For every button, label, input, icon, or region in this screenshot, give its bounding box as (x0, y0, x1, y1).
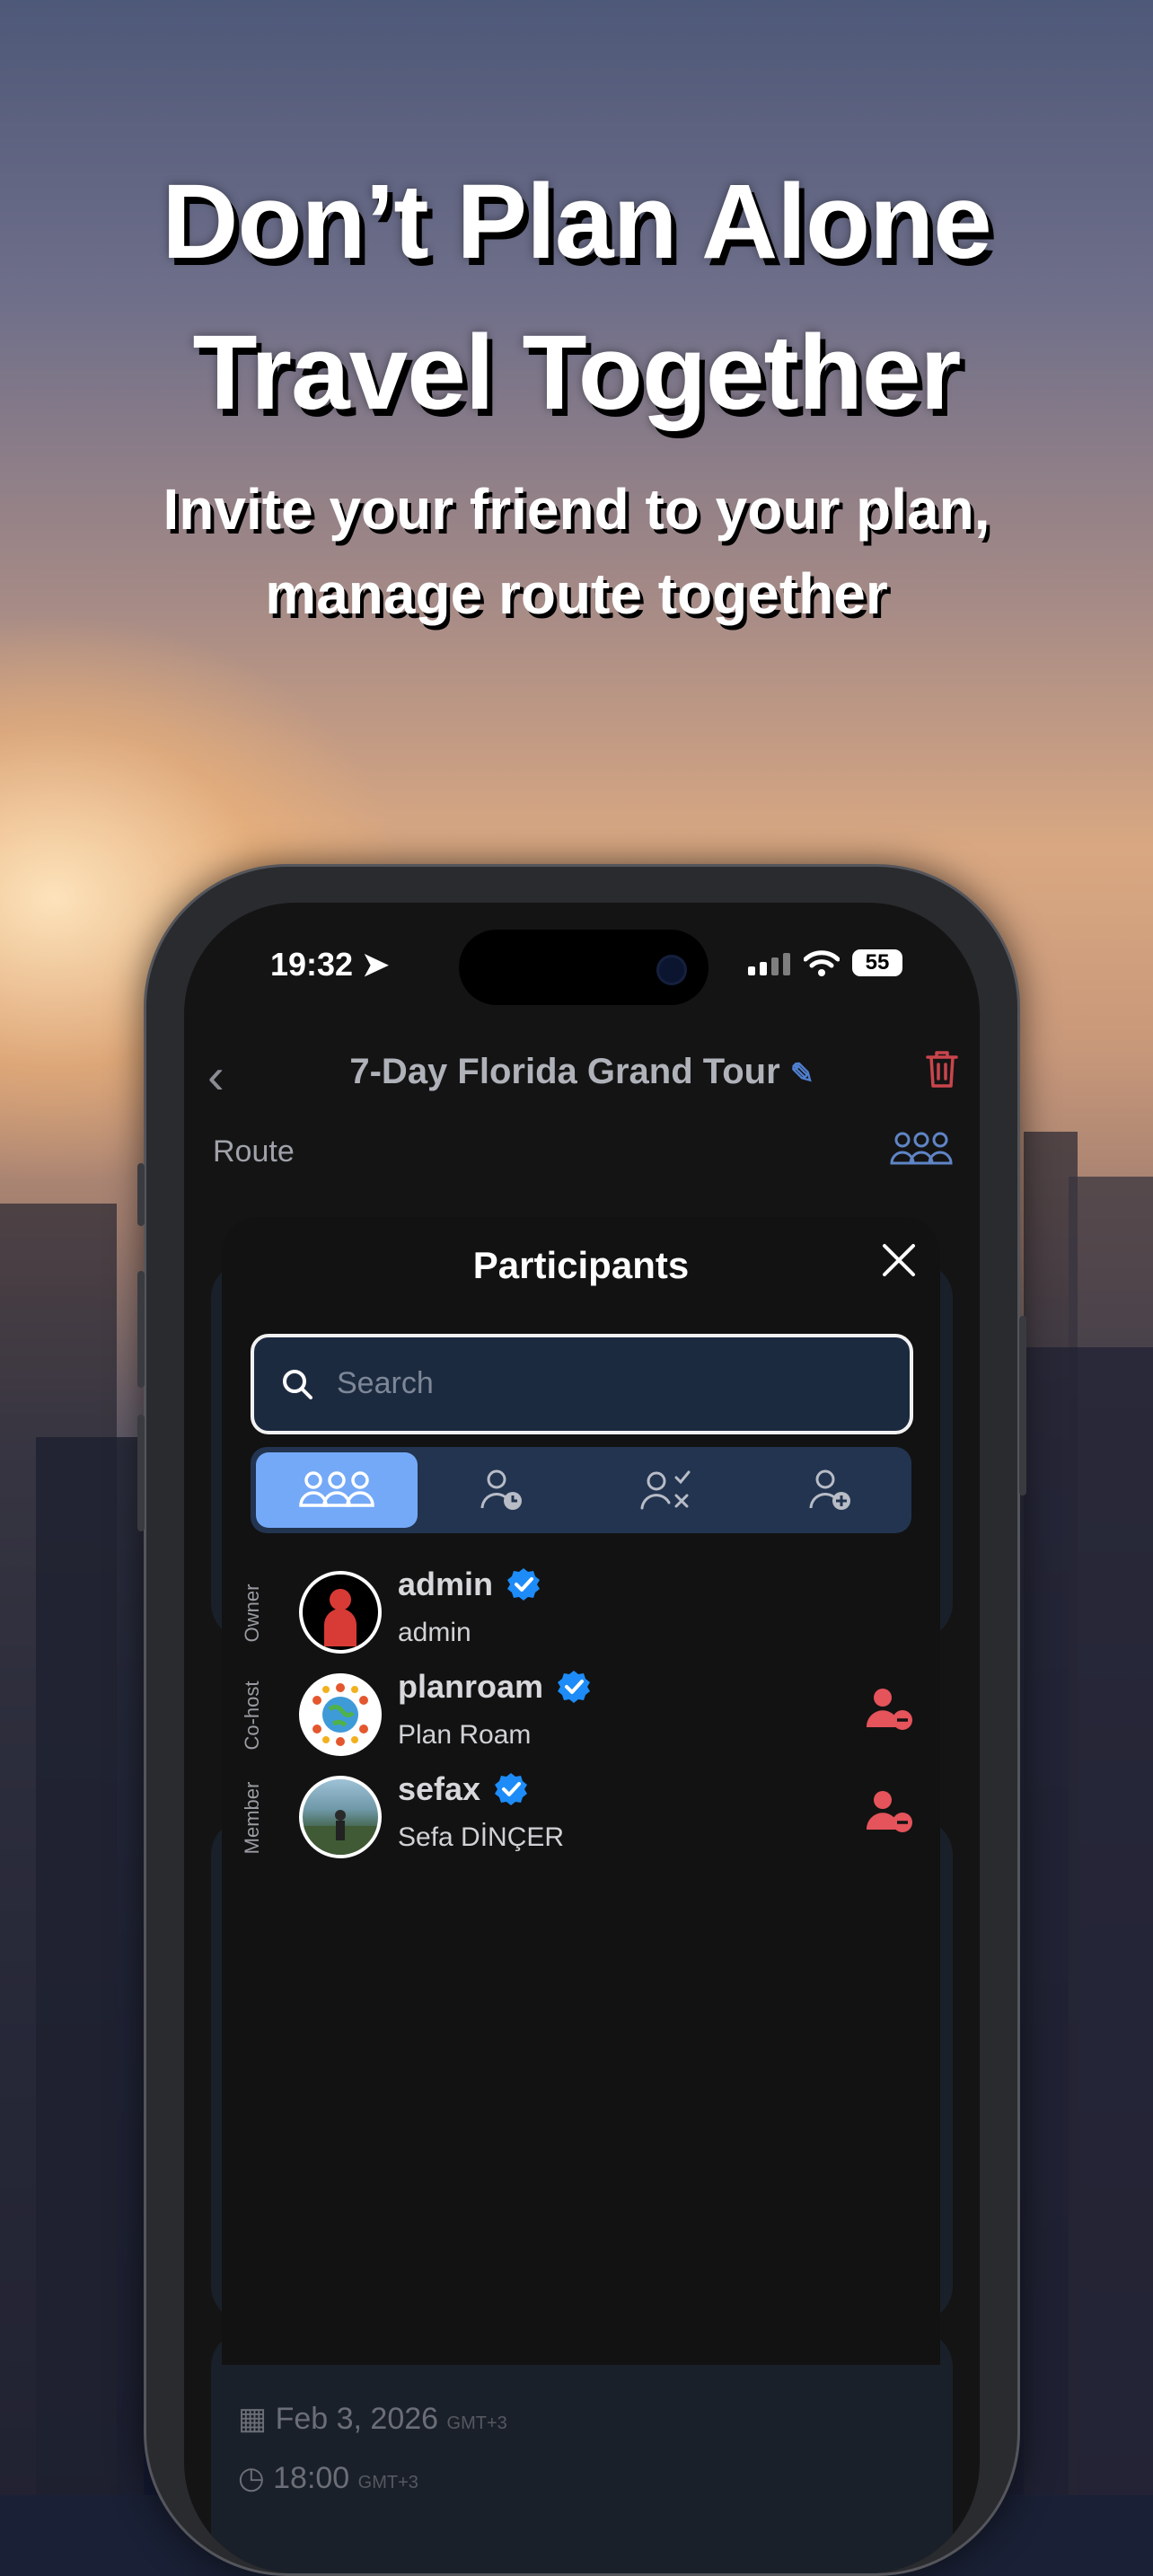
skyline-building (1006, 1347, 1153, 2495)
verified-badge-icon (495, 1773, 528, 1805)
person-pending-icon (480, 1469, 522, 1510)
person-reject-accept-icon (640, 1470, 691, 1510)
verified-badge-icon (558, 1671, 591, 1703)
person-red-avatar-icon (324, 1589, 356, 1646)
search-field[interactable] (251, 1334, 913, 1434)
phone-mockup: 19:32 ➤ 55 ‹ 7-Day Florida Grand Tour ✎ (137, 864, 1026, 2576)
tab-pending[interactable] (421, 1452, 583, 1528)
subtitle-line-2: manage route together (265, 561, 888, 626)
remove-participant-icon[interactable] (865, 1788, 915, 1835)
plan-title[interactable]: 7-Day Florida Grand Tour ✎ (184, 1052, 980, 1092)
participants-modal: Participants Search Owner admin admin Co… (222, 1217, 940, 2365)
avatar (299, 1673, 382, 1756)
clock-icon: ◷ (238, 2461, 265, 2495)
headline-line-1: Don’t Plan Alone (162, 163, 992, 281)
participant-fullname: admin (398, 1618, 471, 1647)
group-icon (299, 1471, 374, 1507)
remove-participant-icon[interactable] (865, 1686, 915, 1733)
participant-username: sefax (398, 1770, 529, 1808)
event-date: ▦ Feb 3, 2026 GMT+3 (238, 2401, 507, 2437)
avatar (299, 1571, 382, 1654)
participant-row[interactable]: Co-host planroam Plan Roam (222, 1668, 940, 1767)
person-add-icon (809, 1469, 850, 1510)
participant-filter-tabs (251, 1447, 911, 1533)
headline-line-2: Travel Together (192, 313, 962, 432)
role-label: Member (241, 1781, 263, 1855)
battery-indicator: 55 (852, 949, 902, 976)
avatar (299, 1776, 382, 1858)
status-time-text: 19:32 (270, 946, 354, 983)
event-date-timezone: GMT+3 (446, 2413, 507, 2433)
event-time-text: 18:00 (273, 2461, 350, 2495)
route-label: Route (213, 1134, 295, 1169)
event-time: ◷ 18:00 GMT+3 (238, 2460, 418, 2496)
cellular-signal-icon (748, 953, 790, 975)
background-card (211, 2331, 953, 2573)
skyline-building (36, 1437, 144, 2495)
close-icon[interactable] (881, 1242, 917, 1278)
phone-side-button (137, 1271, 145, 1388)
role-label: Co-host (241, 1681, 263, 1751)
search-icon (283, 1370, 312, 1399)
search-input[interactable] (335, 1361, 877, 1406)
participant-fullname: Plan Roam (398, 1720, 532, 1750)
edit-pencil-icon[interactable]: ✎ (790, 1057, 814, 1090)
phone-side-button (137, 1163, 145, 1226)
globe-people-avatar-icon (312, 1683, 368, 1746)
location-arrow-icon: ➤ (362, 946, 390, 983)
tab-responded[interactable] (586, 1452, 748, 1528)
username-text: admin (398, 1566, 494, 1602)
phone-side-button (137, 1415, 145, 1531)
participant-username: planroam (398, 1668, 592, 1706)
tab-all-participants[interactable] (256, 1452, 418, 1528)
plan-title-text: 7-Day Florida Grand Tour (349, 1052, 780, 1091)
status-time: 19:32 ➤ (270, 946, 389, 984)
role-label: Owner (241, 1584, 263, 1643)
username-text: sefax (398, 1770, 481, 1807)
phone-screen: 19:32 ➤ 55 ‹ 7-Day Florida Grand Tour ✎ (184, 903, 980, 2573)
plan-header: ‹ 7-Day Florida Grand Tour ✎ (184, 1028, 980, 1118)
dynamic-island (459, 930, 709, 1005)
participant-row[interactable]: Owner admin admin (222, 1566, 940, 1664)
participant-row[interactable]: Member sefax Sefa DİNÇER (222, 1770, 940, 1869)
event-date-text: Feb 3, 2026 (275, 2402, 439, 2436)
phone-side-button (1019, 1316, 1026, 1495)
delete-trash-icon[interactable] (924, 1048, 960, 1090)
status-bar: 19:32 ➤ 55 (184, 903, 980, 1028)
modal-title: Participants (472, 1244, 690, 1286)
event-time-timezone: GMT+3 (357, 2473, 418, 2492)
username-text: planroam (398, 1668, 544, 1705)
participant-username: admin (398, 1566, 541, 1603)
participant-fullname: Sefa DİNÇER (398, 1822, 565, 1852)
person-photo-avatar-icon (303, 1810, 378, 1855)
calendar-icon: ▦ (238, 2402, 268, 2436)
subtitle-line-1: Invite your friend to your plan, (163, 477, 990, 542)
participants-group-icon[interactable] (890, 1129, 953, 1169)
verified-badge-icon (507, 1568, 541, 1601)
camera-icon (656, 955, 687, 985)
tab-invite[interactable] (750, 1452, 911, 1528)
wifi-icon (804, 950, 840, 976)
